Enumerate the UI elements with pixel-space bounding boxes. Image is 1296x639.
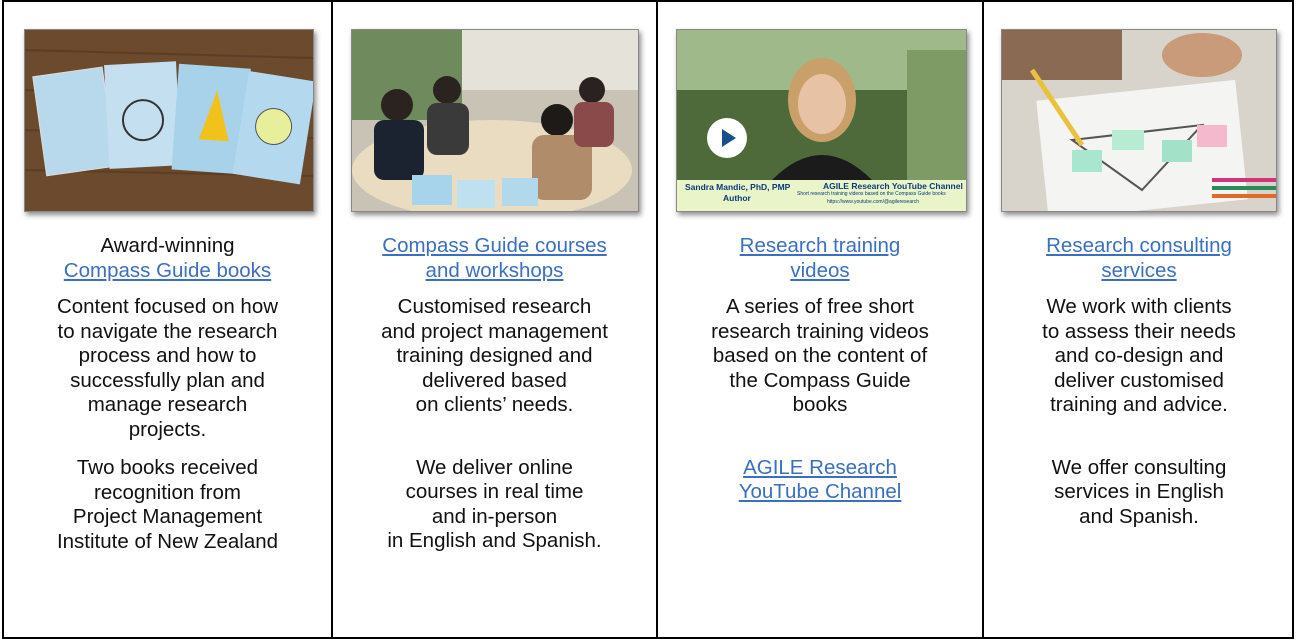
languages-line: We offer consulting	[1051, 455, 1227, 479]
consulting-languages: We offer consulting services in English …	[984, 456, 1294, 530]
award-winning-label: Award-winning	[100, 234, 235, 257]
recognition-line: Project Management	[72, 505, 263, 528]
courses-desc-line: on clients’ needs.	[415, 393, 574, 416]
video-thumbnail[interactable]: Sandra Mandic, PhD, PMP Author AGILE Res…	[676, 29, 967, 212]
consulting-desc-line: to assess their needs	[1042, 319, 1236, 343]
channel-desc: Short research training videos based on …	[797, 191, 946, 197]
courses-description: Customised research and project manageme…	[333, 295, 656, 418]
books-desc-line: to navigate the research	[57, 319, 278, 343]
consulting-desc-line: We work with clients	[1046, 295, 1232, 318]
consulting-description: We work with clients to assess their nee…	[984, 295, 1294, 418]
recognition-line: Two books received	[76, 456, 259, 479]
videos-desc-line: A series of free short	[725, 295, 914, 318]
languages-line: and Spanish.	[1079, 504, 1199, 528]
courses-workshops-link[interactable]: and workshops	[333, 259, 656, 284]
presenter-role: Author	[723, 193, 751, 203]
videos-desc-line: based on the content of	[712, 344, 928, 367]
consulting-column: Research consulting services We work wit…	[984, 2, 1294, 637]
consulting-photo	[1001, 29, 1277, 212]
delivery-line: We deliver online	[416, 455, 573, 479]
books-description: Content focused on how to navigate the r…	[4, 295, 331, 442]
videos-column: Sandra Mandic, PhD, PMP Author AGILE Res…	[658, 2, 984, 637]
courses-delivery: We deliver online courses in real time a…	[333, 456, 656, 554]
recognition-line: recognition from	[94, 480, 241, 504]
presenter-name: Sandra Mandic, PhD, PMP	[685, 182, 791, 192]
youtube-channel: AGILE Research YouTube Channel	[658, 456, 982, 505]
consulting-desc-line: deliver customised	[1054, 368, 1224, 392]
videos-desc-line: the Compass Guide	[729, 368, 911, 392]
courses-desc-line: Customised research	[397, 295, 592, 318]
youtube-channel-link[interactable]: YouTube Channel	[658, 480, 982, 505]
delivery-line: courses in real time	[405, 480, 584, 503]
play-icon[interactable]	[707, 118, 747, 158]
books-column: Award-winning Compass Guide books Conten…	[4, 2, 333, 637]
workshop-photo	[351, 29, 639, 212]
video-caption: Sandra Mandic, PhD, PMP Author AGILE Res…	[677, 180, 966, 211]
youtube-channel-link[interactable]: AGILE Research	[658, 456, 982, 481]
languages-line: services in English	[1054, 480, 1224, 503]
videos-description: A series of free short research training…	[658, 295, 982, 418]
consulting-services-link[interactable]: Research consulting	[984, 234, 1294, 259]
services-table: Award-winning Compass Guide books Conten…	[2, 0, 1294, 639]
books-desc-line: manage research	[87, 393, 248, 416]
research-videos-link[interactable]: videos	[658, 259, 982, 284]
books-recognition: Two books received recognition from Proj…	[4, 456, 331, 554]
books-desc-line: projects.	[128, 417, 207, 441]
channel-title: AGILE Research YouTube Channel	[823, 181, 963, 191]
courses-desc-line: delivered based	[422, 368, 567, 392]
consulting-desc-line: and co-design and	[1054, 344, 1224, 367]
books-desc-line: Content focused on how	[56, 295, 279, 318]
delivery-line: in English and Spanish.	[387, 529, 602, 552]
courses-workshops-link[interactable]: Compass Guide courses	[333, 234, 656, 259]
compass-guide-books-link[interactable]: Compass Guide books	[4, 259, 331, 284]
books-desc-line: process and how to	[78, 344, 257, 367]
channel-url: https://www.youtube.com/@agileresearch	[827, 199, 920, 205]
consulting-desc-line: training and advice.	[1050, 393, 1228, 416]
books-photo	[24, 29, 314, 212]
courses-desc-line: and project management	[381, 319, 608, 343]
consulting-services-link[interactable]: services	[984, 259, 1294, 284]
books-desc-line: successfully plan and	[70, 368, 265, 392]
research-videos-link[interactable]: Research training	[658, 234, 982, 259]
courses-desc-line: training designed and	[396, 344, 593, 367]
delivery-line: and in-person	[431, 504, 558, 528]
videos-desc-line: research training videos	[711, 319, 929, 343]
videos-desc-line: books	[792, 393, 848, 416]
courses-column: Compass Guide courses and workshops Cust…	[333, 2, 658, 637]
recognition-line: Institute of New Zealand	[56, 529, 279, 553]
